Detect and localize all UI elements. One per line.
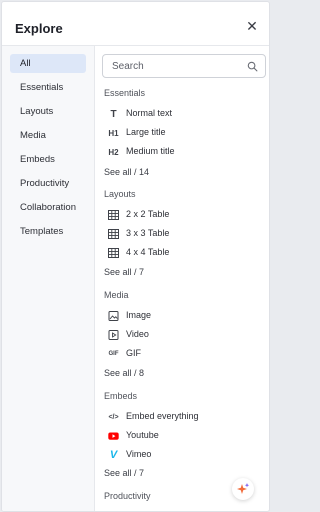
item-label: 2 x 2 Table	[126, 209, 170, 219]
item-youtube[interactable]: Youtube	[104, 427, 264, 445]
gif-icon: GIF	[108, 351, 119, 357]
item-medium-title[interactable]: H2 Medium title	[104, 143, 264, 161]
text-icon: T	[110, 108, 117, 120]
sparkle-icon	[237, 483, 250, 494]
item-embed-everything[interactable]: </> Embed everything	[104, 408, 264, 426]
panel-title: Explore	[15, 21, 63, 36]
item-label: Video	[126, 329, 149, 339]
item-2x2-table[interactable]: 2 x 2 Table	[104, 206, 264, 224]
panel-header: Explore ✕	[2, 2, 269, 46]
search-box[interactable]	[102, 54, 266, 78]
section-title-productivity: Productivity	[104, 491, 151, 501]
see-all-layouts[interactable]: See all / 7	[104, 267, 144, 277]
sidebar-item-layouts[interactable]: Layouts	[10, 102, 86, 121]
category-sidebar: All Essentials Layouts Media Embeds Prod…	[2, 46, 95, 511]
item-normal-text[interactable]: T Normal text	[104, 105, 264, 123]
item-video[interactable]: Video	[104, 326, 264, 344]
item-4x4-table[interactable]: 4 x 4 Table	[104, 244, 264, 262]
vimeo-icon: V	[109, 449, 118, 461]
sidebar-item-essentials[interactable]: Essentials	[10, 78, 86, 97]
sidebar-item-collaboration[interactable]: Collaboration	[10, 198, 86, 217]
section-title-essentials: Essentials	[104, 88, 146, 98]
item-image[interactable]: Image	[104, 307, 264, 325]
item-label: Vimeo	[126, 449, 152, 459]
section-title-media: Media	[104, 290, 129, 300]
item-label: 3 x 3 Table	[126, 228, 170, 238]
item-3x3-table[interactable]: 3 x 3 Table	[104, 225, 264, 243]
item-label: Normal text	[126, 108, 173, 118]
section-title-layouts: Layouts	[104, 189, 136, 199]
item-label: GIF	[126, 348, 141, 358]
see-all-essentials[interactable]: See all / 14	[104, 167, 149, 177]
sidebar-item-productivity[interactable]: Productivity	[10, 174, 86, 193]
sidebar-item-embeds[interactable]: Embeds	[10, 150, 86, 169]
close-icon[interactable]: ✕	[245, 19, 259, 33]
heading2-icon: H2	[108, 147, 119, 157]
assistant-button[interactable]	[232, 478, 254, 500]
item-gif[interactable]: GIF GIF	[104, 345, 264, 363]
code-icon: </>	[108, 413, 119, 421]
search-input[interactable]	[112, 59, 242, 74]
heading1-icon: H1	[108, 128, 119, 138]
sidebar-item-templates[interactable]: Templates	[10, 222, 86, 241]
item-label: Image	[126, 310, 152, 320]
table-icon	[108, 248, 119, 258]
table-icon	[108, 210, 119, 220]
item-large-title[interactable]: H1 Large title	[104, 124, 264, 142]
search-icon	[247, 61, 258, 72]
item-label: 4 x 4 Table	[126, 247, 170, 257]
see-all-media[interactable]: See all / 8	[104, 368, 144, 378]
section-title-embeds: Embeds	[104, 391, 138, 401]
image-icon	[108, 311, 119, 321]
sidebar-item-media[interactable]: Media	[10, 126, 86, 145]
youtube-icon	[108, 432, 119, 440]
item-label: Embed everything	[126, 411, 199, 421]
item-label: Large title	[126, 127, 166, 137]
item-vimeo[interactable]: V Vimeo	[104, 446, 264, 464]
table-icon	[108, 229, 119, 239]
sidebar-item-all[interactable]: All	[10, 54, 86, 73]
item-label: Youtube	[126, 430, 159, 440]
item-label: Medium title	[126, 146, 175, 156]
video-icon	[108, 330, 119, 340]
explore-content: Essentials T Normal text H1 Large title …	[96, 46, 269, 511]
see-all-embeds[interactable]: See all / 7	[104, 468, 144, 478]
explore-panel: Explore ✕ All Essentials Layouts Media E…	[1, 1, 270, 512]
